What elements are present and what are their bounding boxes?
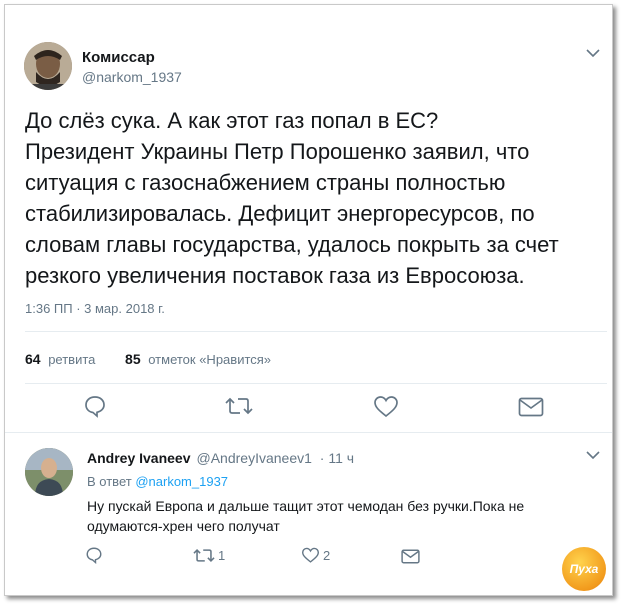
retweets-count[interactable]: 64: [25, 351, 41, 367]
reply-button[interactable]: [83, 394, 107, 418]
tweet-text-line: резкого увеличения поставок газа из Евро…: [25, 263, 525, 288]
author-handle[interactable]: @narkom_1937: [82, 69, 182, 85]
reply-to-handle-link[interactable]: @narkom_1937: [135, 474, 228, 489]
retweet-button[interactable]: [225, 395, 253, 417]
reply-retweet-button[interactable]: 1: [193, 547, 225, 564]
reply-retweet-count: 1: [218, 548, 226, 563]
divider: [5, 432, 612, 433]
likes-label[interactable]: отметок «Нравится»: [148, 352, 271, 367]
reply-text: Ну пускай Европа и дальше тащит этот чем…: [87, 496, 587, 536]
reply-to-prefix: В ответ: [87, 474, 132, 489]
reply-icon: [86, 547, 102, 564]
reply-author: Andrey Ivaneev @AndreyIvaneev1 · 11 ч: [87, 450, 354, 466]
tweet-text-line: Президент Украины Петр Порошенко заявил,…: [25, 139, 530, 164]
heart-icon: [301, 547, 320, 563]
author-name[interactable]: Комиссар: [82, 49, 155, 66]
reply-text-line: одумаются-хрен чего получат: [87, 518, 280, 534]
reply-author-avatar[interactable]: [25, 448, 73, 496]
tweet-stats: 64 ретвита 85 отметок «Нравится»: [25, 351, 271, 367]
heart-icon: [374, 396, 398, 418]
reply-text-line: Ну пускай Европа и дальше тащит этот чем…: [87, 498, 525, 514]
author-avatar[interactable]: [24, 42, 72, 90]
tweet-text-line: До слёз сука. А как этот газ попал в ЕС?: [25, 108, 439, 133]
reply-to-line: В ответ @narkom_1937: [87, 474, 228, 489]
divider: [25, 383, 607, 384]
reply-time[interactable]: · 11 ч: [320, 450, 354, 466]
site-watermark-logo: Пуха: [562, 547, 606, 591]
chevron-down-icon[interactable]: [585, 449, 601, 461]
reply-author-name[interactable]: Andrey Ivaneev: [87, 450, 191, 466]
like-button[interactable]: [373, 395, 399, 419]
tweet-text-line: стабилизировалась. Дефицит энергоресурсо…: [25, 201, 535, 226]
retweet-icon: [225, 397, 253, 415]
reply-like-button[interactable]: 2: [301, 547, 330, 564]
envelope-icon: [518, 397, 544, 417]
tweet-card: Комиссар @narkom_1937 До слёз сука. А ка…: [4, 4, 613, 596]
tweet-timestamp[interactable]: 1:36 ПП · 3 мар. 2018 г.: [25, 301, 165, 316]
tweet-text-line: ситуация с газоснабжением страны полност…: [25, 170, 506, 195]
message-button[interactable]: [518, 397, 544, 417]
reply-icon: [85, 396, 105, 418]
envelope-icon: [401, 549, 420, 564]
tweet-text-line: словам главы государства, удалось покрыт…: [25, 232, 559, 257]
retweets-label[interactable]: ретвита: [48, 352, 95, 367]
reply-like-count: 2: [323, 548, 331, 563]
reply-author-handle[interactable]: @AndreyIvaneev1: [197, 450, 312, 466]
tweet-text: До слёз сука. А как этот газ попал в ЕС?…: [25, 105, 605, 291]
divider: [25, 331, 607, 332]
likes-count[interactable]: 85: [125, 351, 141, 367]
reply-reply-button[interactable]: [85, 546, 103, 564]
chevron-down-icon[interactable]: [585, 47, 601, 59]
reply-message-button[interactable]: [401, 549, 420, 564]
retweet-icon: [193, 548, 215, 563]
